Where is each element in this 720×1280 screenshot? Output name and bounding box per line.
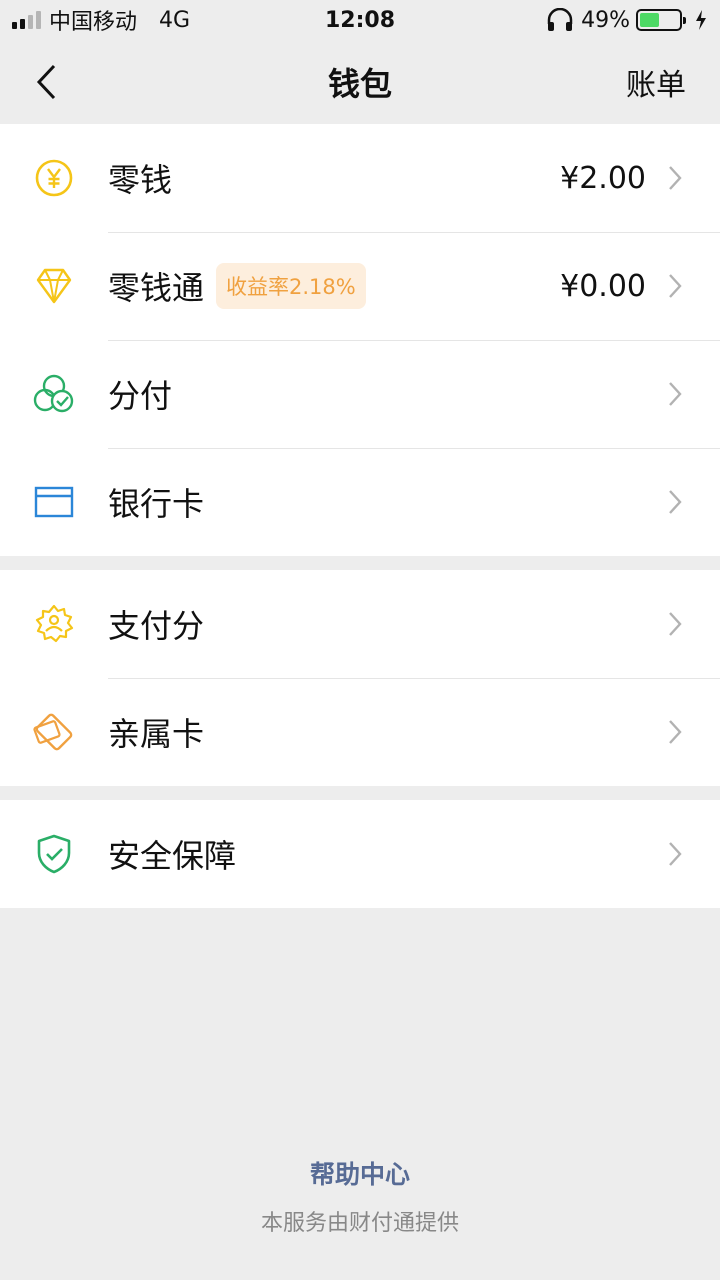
family-card-label: 亲属卡 — [108, 715, 205, 753]
chevron-right-icon — [660, 487, 690, 517]
nav-bar: 钱包 账单 — [0, 40, 720, 124]
change-label: 零钱 — [108, 161, 173, 199]
wallet-group-services: 支付分 亲属卡 — [0, 570, 720, 786]
chevron-left-icon — [36, 64, 56, 100]
bank-card-label: 银行卡 — [108, 485, 205, 523]
family-card-icon — [33, 713, 73, 751]
status-left: 中国移动 4G — [12, 4, 272, 36]
bank-card-icon — [34, 486, 74, 518]
page-title: 钱包 — [327, 65, 392, 103]
list-item-security[interactable]: 安全保障 — [0, 800, 720, 908]
provider-note: 本服务由财付通提供 — [260, 1211, 459, 1236]
fenfu-label: 分付 — [108, 377, 173, 415]
list-item-bank-card[interactable]: 银行卡 — [0, 448, 720, 556]
chevron-right-icon — [660, 379, 690, 409]
battery-percent: 49% — [581, 7, 630, 33]
list-item-family-card[interactable]: 亲属卡 — [0, 678, 720, 786]
charging-bolt-icon — [696, 10, 706, 30]
pay-score-label: 支付分 — [108, 607, 205, 645]
status-bar: 中国移动 4G 12:08 49% — [0, 0, 720, 40]
fenfu-circles-icon — [33, 374, 74, 413]
chevron-right-icon — [660, 271, 690, 301]
signal-icon — [12, 11, 41, 29]
wallet-group-security: 安全保障 — [0, 800, 720, 908]
change-balance: ¥2.00 — [560, 160, 646, 196]
list-item-pay-score[interactable]: 支付分 — [0, 570, 720, 678]
network-type: 4G — [159, 7, 191, 33]
bill-button[interactable]: 账单 — [626, 60, 686, 104]
lingqiantong-balance: ¥0.00 — [560, 268, 646, 304]
headphones-icon — [547, 8, 573, 31]
chevron-right-icon — [660, 609, 690, 639]
list-item-change[interactable]: 零钱 ¥2.00 — [0, 124, 720, 232]
pay-score-badge-icon — [35, 604, 74, 643]
lingqiantong-label: 零钱通 — [108, 269, 205, 307]
chevron-right-icon — [660, 717, 690, 747]
back-button[interactable] — [24, 60, 68, 104]
status-time: 12:08 — [324, 7, 396, 33]
yield-rate-badge: 收益率2.18% — [216, 263, 366, 309]
chevron-right-icon — [660, 163, 690, 193]
wallet-group-main: 零钱 ¥2.00 零钱通 收益率2.18% ¥0.00 分付 银行卡 — [0, 124, 720, 556]
security-label: 安全保障 — [108, 837, 237, 875]
security-shield-icon — [37, 834, 71, 874]
list-item-lingqiantong[interactable]: 零钱通 收益率2.18% ¥0.00 — [0, 232, 720, 340]
status-right: 49% — [448, 8, 708, 33]
battery-icon — [636, 9, 686, 31]
coin-yen-icon — [35, 159, 73, 197]
list-item-fenfu[interactable]: 分付 — [0, 340, 720, 448]
battery-fill — [640, 13, 659, 27]
diamond-icon — [36, 268, 72, 304]
chevron-right-icon — [660, 839, 690, 869]
help-center-link[interactable]: 帮助中心 — [0, 1155, 720, 1191]
carrier-name: 中国移动 — [49, 10, 138, 35]
